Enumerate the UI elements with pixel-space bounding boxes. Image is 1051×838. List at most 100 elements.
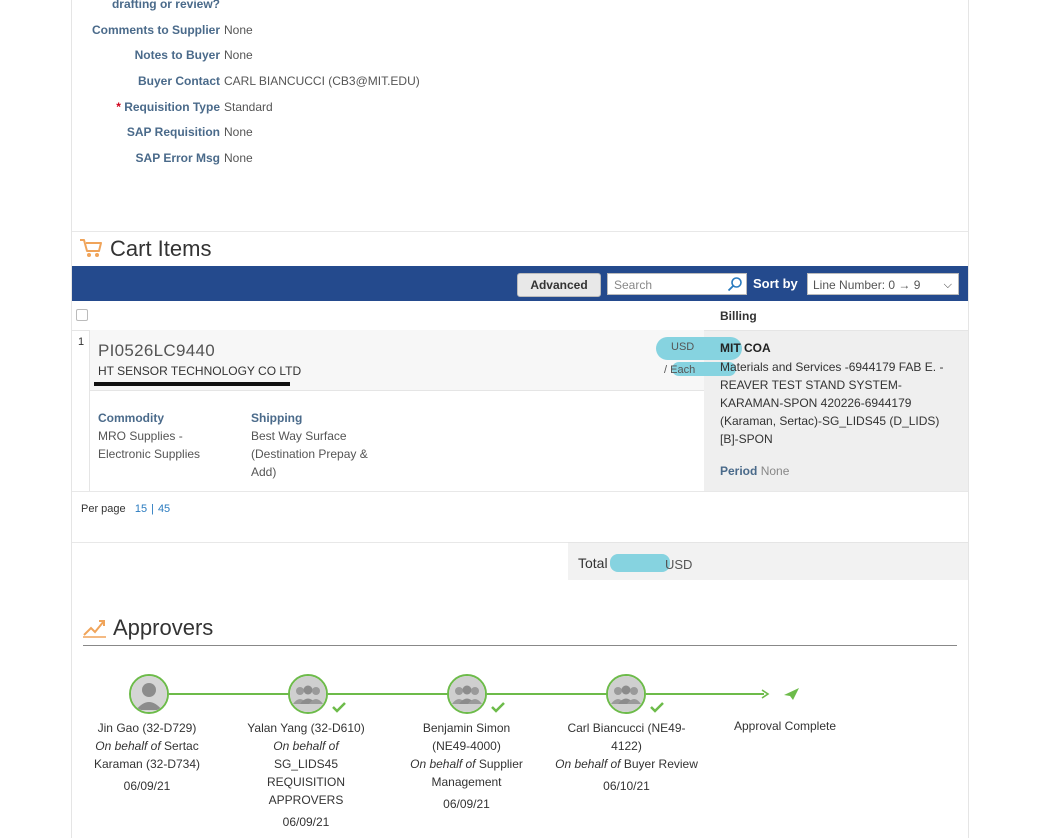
cart-toolbar: Advanced Search Sort by Line Number: 0 →… (72, 266, 968, 301)
approvers-title: Approvers (113, 615, 214, 640)
approver-group-avatar[interactable] (447, 674, 487, 714)
field-value: None (224, 125, 253, 139)
behalf-prefix: On behalf of (555, 757, 621, 771)
field-row-buyer-contact: Buyer Contact CARL BIANCUCCI (CB3@MIT.ED… (72, 74, 672, 94)
approved-check-icon (491, 702, 505, 713)
chevron-down-icon: ⌵ (943, 279, 952, 291)
approval-date: 06/09/21 (282, 815, 330, 829)
approval-complete: Approval Complete (733, 719, 837, 733)
field-label: Notes to Buyer (134, 48, 220, 62)
total-currency: USD (665, 557, 693, 572)
group-icon (449, 676, 485, 712)
behalf-of: Buyer Review (623, 757, 698, 771)
person-icon (131, 676, 167, 712)
field-row-comments-to-supplier: Comments to Supplier None (72, 23, 672, 43)
field-label: SAP Requisition (126, 125, 220, 139)
select-all-checkbox[interactable] (76, 309, 88, 321)
approver-step-4: Carl Biancucci (NE49-4122) On behalf of … (554, 719, 699, 795)
field-label: drafting or review? (111, 0, 220, 11)
field-label: Buyer Contact (137, 74, 220, 88)
approvers-rule (83, 645, 957, 646)
price-currency: USD (671, 341, 695, 353)
behalf-prefix: On behalf of (410, 757, 476, 771)
group-icon (290, 676, 326, 712)
approved-check-icon (332, 702, 346, 713)
billing-period: Period None (720, 464, 789, 478)
arrow-icon (761, 688, 799, 700)
period-value: None (760, 464, 790, 478)
field-label-text: Requisition Type (124, 100, 220, 114)
commodity-label: Commodity (98, 411, 164, 425)
billing-column-header: Billing (720, 309, 757, 323)
total-label: Total (578, 555, 608, 571)
table-header (72, 301, 968, 331)
approvers-icon (83, 620, 106, 638)
buyer-contact-link[interactable]: CARL BIANCUCCI (CB3@MIT.EDU) (224, 74, 420, 88)
approver-name: Carl Biancucci (NE49-4122) (567, 721, 686, 753)
field-row-drafting: drafting or review? (72, 0, 672, 17)
period-label: Period (720, 464, 758, 478)
search-input[interactable]: Search (607, 273, 747, 295)
requisition-panel: drafting or review? Comments to Supplier… (71, 0, 969, 838)
approval-date: 06/09/21 (443, 797, 490, 811)
field-value: None (224, 23, 253, 37)
cart-items-title: Cart Items (110, 236, 212, 261)
required-marker: * (116, 100, 121, 114)
group-icon (608, 676, 644, 712)
field-row-sap-requisition: SAP Requisition None (72, 125, 672, 145)
per-page-option-15[interactable]: 15 (135, 503, 147, 515)
field-value: None (224, 48, 253, 62)
table-bottom-divider (72, 491, 968, 492)
approval-date: 06/10/21 (603, 779, 650, 793)
field-value: Standard (224, 100, 273, 114)
line-number: 1 (78, 336, 85, 348)
item-id-link[interactable]: PI0526LC9440 (98, 341, 215, 361)
flow-connector (169, 693, 289, 695)
section-divider (72, 231, 968, 232)
behalf-prefix: On behalf of (273, 739, 339, 753)
sort-by-label: Sort by (753, 276, 798, 291)
approver-step-2: Yalan Yang (32-D610) On behalf of SG_LID… (236, 719, 376, 831)
flow-connector (646, 693, 764, 695)
redaction-underline (94, 382, 290, 386)
approval-date: 06/09/21 (123, 779, 171, 793)
shipping-label: Shipping (251, 411, 303, 425)
approver-name: Benjamin Simon (NE49-4000) (422, 721, 511, 753)
approver-name: Jin Gao (32-D729) (97, 721, 197, 735)
field-label: Comments to Supplier (91, 23, 220, 37)
field-row-notes-to-buyer: Notes to Buyer None (72, 48, 672, 68)
per-page-label: Per page (81, 503, 126, 515)
shipping-value: Best Way Surface (Destination Prepay & A… (251, 429, 368, 479)
field-row-requisition-type: * Requisition Type Standard (72, 100, 672, 120)
price-unit: / Each (664, 364, 696, 376)
per-page-control: Per page 15 | 45 (81, 503, 170, 515)
supplier-name: HT SENSOR TECHNOLOGY CO LTD (98, 364, 302, 378)
approver-step-1: Jin Gao (32-D729) On behalf of Sertac Ka… (77, 719, 217, 795)
flow-connector (328, 693, 448, 695)
advanced-button[interactable]: Advanced (517, 273, 601, 297)
commodity-value: MRO Supplies - Electronic Supplies (98, 429, 201, 461)
flow-connector (487, 693, 607, 695)
approver-group-avatar[interactable] (606, 674, 646, 714)
behalf-prefix: On behalf of (95, 739, 161, 753)
per-page-separator: | (151, 503, 154, 515)
billing-account-name: MIT COA (720, 341, 771, 355)
billing-detail: Materials and Services -6944179 FAB E. -… (720, 360, 944, 446)
approver-avatar[interactable] (129, 674, 169, 714)
per-page-option-45[interactable]: 45 (158, 503, 170, 515)
sort-select[interactable]: Line Number: 0 → 9 ⌵ (807, 273, 959, 295)
total-redaction (610, 554, 670, 572)
field-row-sap-error-msg: SAP Error Msg None (72, 151, 672, 171)
field-label: * Requisition Type (116, 100, 220, 114)
search-icon[interactable] (727, 276, 743, 292)
field-label: SAP Error Msg (135, 151, 220, 165)
sort-select-value: Line Number: 0 → 9 (813, 278, 921, 292)
approver-group-avatar[interactable] (288, 674, 328, 714)
approved-check-icon (650, 702, 664, 713)
cart-icon (80, 239, 102, 257)
field-value: None (224, 151, 253, 165)
approver-name: Yalan Yang (32-D610) (247, 721, 365, 735)
behalf-of: SG_LIDS45 REQUISITION APPROVERS (266, 757, 345, 807)
approver-step-3: Benjamin Simon (NE49-4000) On behalf of … (394, 719, 539, 813)
total-bar: Total USD (568, 542, 968, 580)
